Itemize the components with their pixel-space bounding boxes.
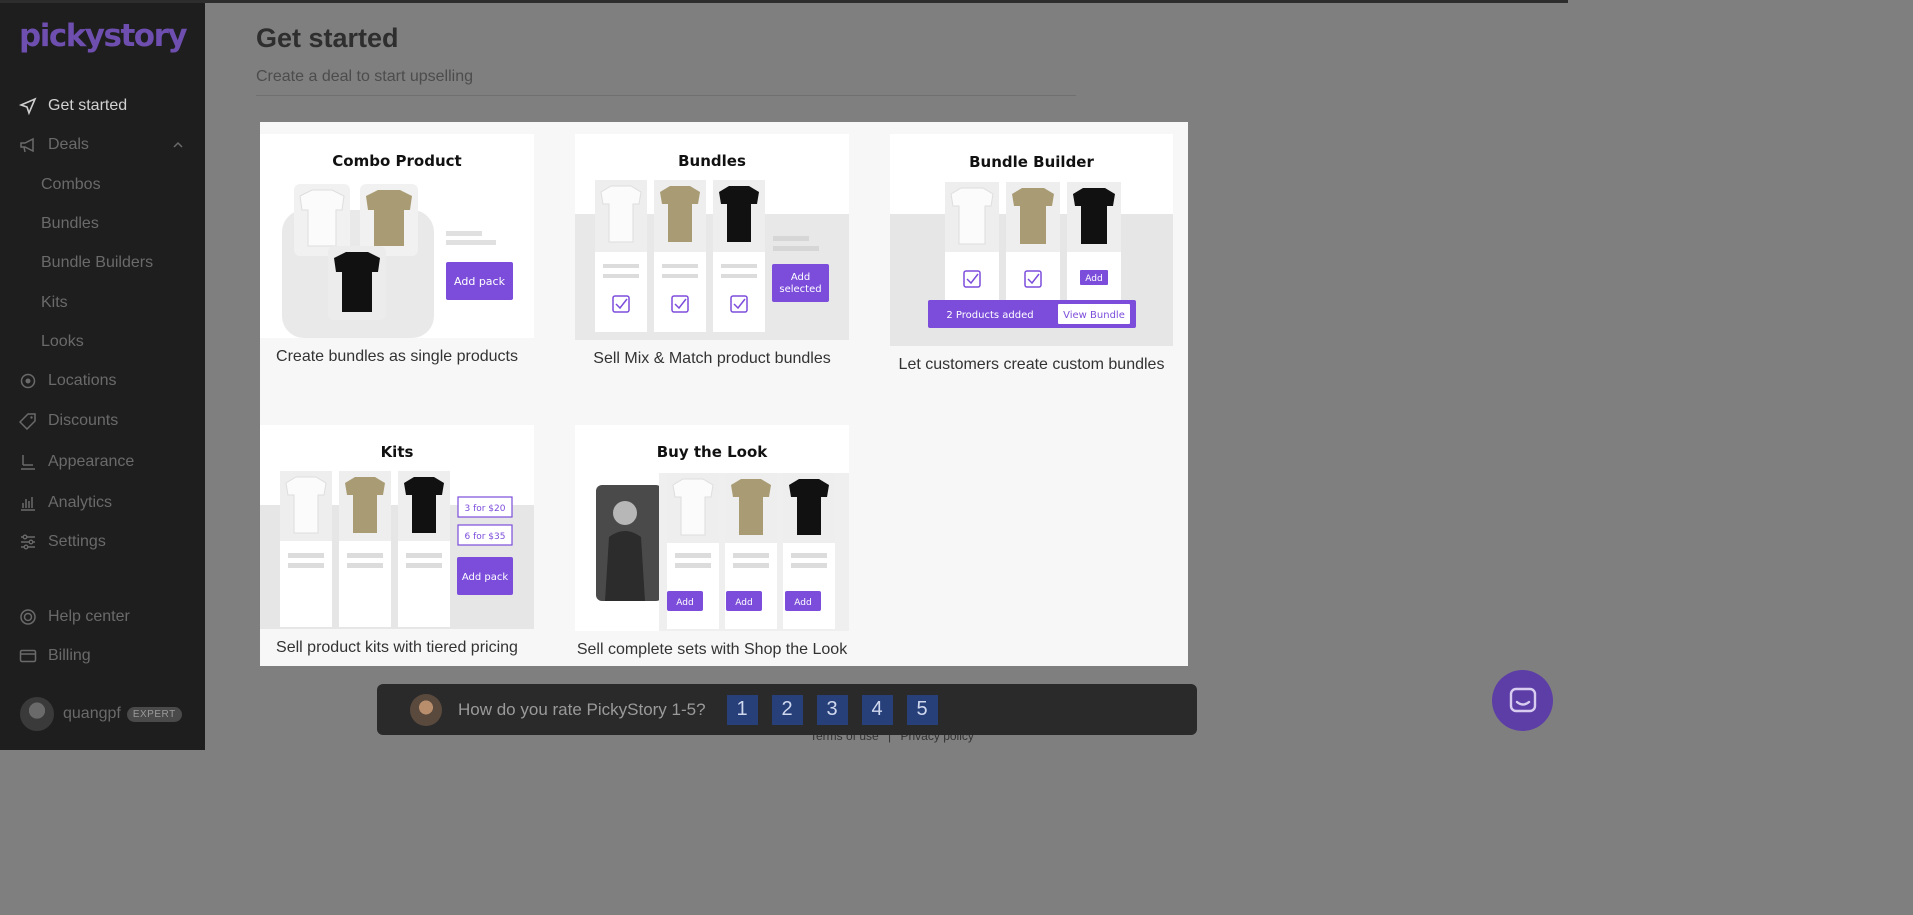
deal-card-combo-product[interactable]: Combo Product Add pack Create bundles as…	[260, 134, 534, 384]
svg-text:Add: Add	[676, 598, 693, 608]
deal-type-modal: Combo Product Add pack Create bundles as…	[260, 122, 1188, 666]
rating-question: How do you rate PickyStory 1-5?	[458, 699, 706, 719]
brush-icon	[18, 452, 38, 472]
location-icon	[18, 371, 38, 391]
chat-launcher-button[interactable]	[1492, 670, 1553, 731]
svg-text:Add: Add	[1085, 274, 1102, 284]
sidebar-subitem-bundles[interactable]: Bundles	[41, 215, 99, 233]
sidebar-item-label: Locations	[48, 372, 117, 389]
sidebar-subitem-combos[interactable]: Combos	[41, 176, 101, 194]
page-subtitle: Create a deal to start upselling	[256, 68, 474, 85]
divider	[256, 95, 1076, 96]
sidebar-item-label: Billing	[48, 647, 91, 664]
sidebar-item-locations[interactable]: Locations	[18, 368, 117, 394]
avatar	[410, 693, 442, 726]
svg-text:Add: Add	[791, 272, 810, 283]
rating-option-1[interactable]: 1	[726, 694, 758, 725]
sidebar-item-label: Help center	[48, 608, 130, 625]
svg-text:Add: Add	[735, 598, 752, 608]
deal-card-bundle-builder[interactable]: Bundle Builder Add 2 Products added View…	[890, 134, 1173, 390]
sidebar-item-deals[interactable]: Deals	[18, 132, 89, 158]
sidebar-item-help-center[interactable]: Help center	[18, 604, 130, 630]
card-icon	[18, 646, 38, 666]
svg-text:Add: Add	[794, 598, 811, 608]
sidebar-subitem-bundle-builders[interactable]: Bundle Builders	[41, 254, 153, 272]
deal-card-bundles[interactable]: Bundles Add selected Sell Mix & Match pr…	[575, 134, 849, 384]
buy-the-look-illustration: Buy the Look Add Add Add	[575, 425, 849, 631]
sidebar-item-discounts[interactable]: Discounts	[18, 408, 118, 434]
sidebar-subitem-kits[interactable]: Kits	[41, 294, 68, 312]
sidebar-item-label: Get started	[48, 97, 128, 114]
combo-product-illustration: Combo Product Add pack	[260, 134, 534, 338]
sidebar-item-label: Discounts	[48, 412, 119, 429]
lifebuoy-icon	[18, 607, 38, 627]
bundle-builder-illustration: Bundle Builder Add 2 Products added View…	[890, 134, 1173, 346]
sidebar-item-settings[interactable]: Settings	[18, 529, 106, 555]
avatar	[20, 697, 54, 731]
svg-text:selected: selected	[779, 284, 821, 295]
rating-option-2[interactable]: 2	[771, 694, 803, 725]
sidebar-item-analytics[interactable]: Analytics	[18, 490, 112, 516]
svg-text:Bundle Builder: Bundle Builder	[969, 153, 1094, 171]
sidebar-item-label: Settings	[48, 533, 106, 550]
top-border	[0, 0, 1568, 3]
card-caption: Sell product kits with tiered pricing	[276, 639, 518, 656]
sidebar-item-get-started[interactable]: Get started	[18, 93, 127, 119]
logo: pickystory	[19, 18, 188, 54]
card-caption: Sell Mix & Match product bundles	[593, 350, 831, 367]
megaphone-icon	[18, 135, 38, 155]
sidebar-item-label: Deals	[48, 136, 89, 153]
user-profile[interactable]: quangpf EXPERT	[20, 697, 182, 731]
chat-icon	[1509, 687, 1536, 712]
chart-icon	[18, 493, 38, 513]
sidebar-item-billing[interactable]: Billing	[18, 643, 91, 669]
rating-option-3[interactable]: 3	[816, 694, 848, 725]
card-heading: Combo Product	[332, 152, 461, 170]
rating-prompt: How do you rate PickyStory 1-5? 1 2 3 4 …	[377, 684, 1197, 735]
bundles-illustration: Bundles Add selected	[575, 134, 849, 340]
svg-text:Add pack: Add pack	[454, 275, 506, 288]
svg-text:Add pack: Add pack	[462, 572, 509, 583]
svg-text:3 for $20: 3 for $20	[464, 504, 505, 514]
deal-card-buy-the-look[interactable]: Buy the Look Add Add Add Sell complete s…	[575, 425, 849, 663]
send-icon	[18, 96, 38, 116]
card-caption: Let customers create custom bundles	[898, 356, 1165, 373]
sliders-icon	[18, 532, 38, 552]
rating-option-5[interactable]: 5	[906, 694, 938, 725]
svg-text:6 for $35: 6 for $35	[464, 532, 505, 542]
svg-text:2 Products added: 2 Products added	[946, 310, 1033, 321]
sidebar-subitem-looks[interactable]: Looks	[41, 333, 84, 351]
expert-badge: EXPERT	[126, 706, 182, 722]
card-caption: Create bundles as single products	[276, 348, 518, 365]
svg-text:Buy the Look: Buy the Look	[657, 443, 769, 461]
rating-option-4[interactable]: 4	[861, 694, 893, 725]
kits-illustration: Kits 3 for $20 6 for $35 Add pack	[260, 425, 534, 629]
chevron-up-icon[interactable]	[172, 139, 184, 151]
card-caption: Sell complete sets with Shop the Look	[576, 641, 848, 658]
deal-card-kits[interactable]: Kits 3 for $20 6 for $35 Add pack Sell p…	[260, 425, 534, 663]
sidebar-item-label: Analytics	[48, 494, 113, 511]
sidebar-item-appearance[interactable]: Appearance	[18, 449, 134, 475]
svg-text:Kits: Kits	[381, 443, 414, 461]
svg-text:View Bundle: View Bundle	[1063, 310, 1125, 321]
sidebar: pickystory Get started Deals Combos Bund…	[0, 0, 205, 750]
tag-icon	[18, 411, 38, 431]
page-title: Get started	[256, 23, 399, 53]
user-name: quangpf	[63, 705, 121, 722]
svg-text:Bundles: Bundles	[678, 152, 746, 170]
sidebar-item-label: Appearance	[48, 453, 135, 470]
